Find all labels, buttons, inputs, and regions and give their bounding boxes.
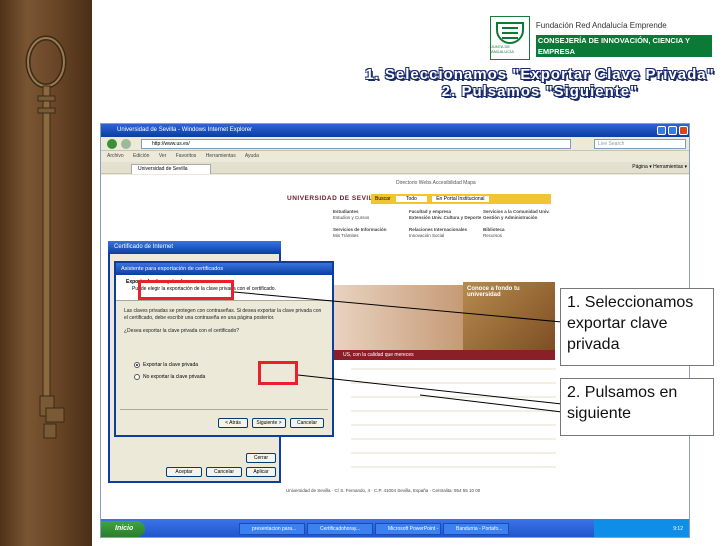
callout-step1: 1. Seleccionamos exportar clave privada bbox=[560, 288, 714, 366]
callout-step2: 2. Pulsamos en siguiente bbox=[560, 378, 714, 436]
callout-connector-lines bbox=[233, 291, 563, 413]
